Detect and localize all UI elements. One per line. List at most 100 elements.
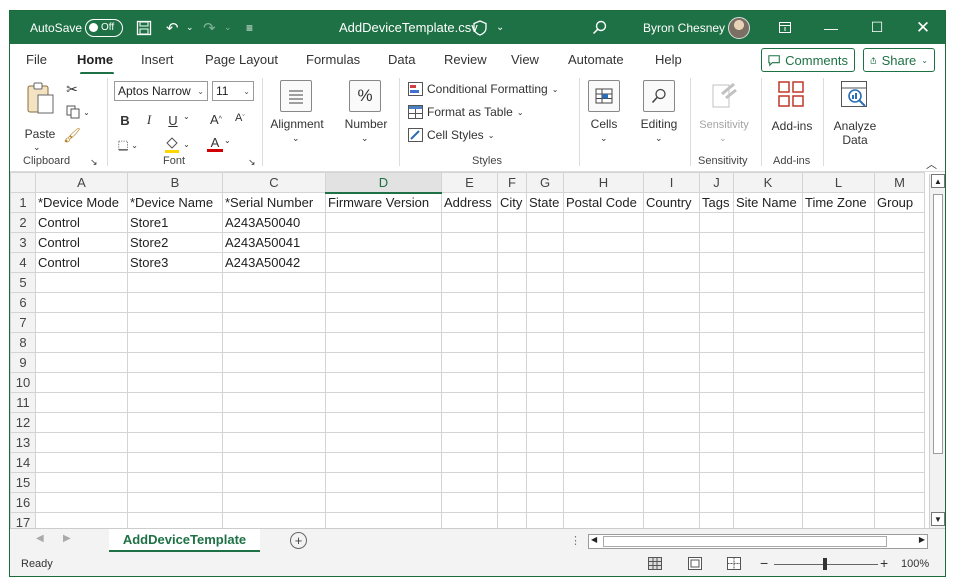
cell[interactable]: [699, 452, 734, 473]
cell[interactable]: [802, 212, 875, 233]
number-icon[interactable]: %: [349, 80, 381, 112]
increase-font-icon[interactable]: A ^: [210, 112, 222, 127]
column-header-a[interactable]: A: [35, 172, 128, 193]
row-header[interactable]: 11: [10, 392, 36, 413]
conditional-formatting-button[interactable]: Conditional Formatting ⌄: [408, 80, 558, 98]
cell[interactable]: [35, 512, 128, 528]
tab-split-handle-icon[interactable]: ⋮: [570, 534, 581, 547]
cell[interactable]: [127, 432, 223, 453]
cell[interactable]: [699, 332, 734, 353]
cell[interactable]: [526, 392, 564, 413]
cell[interactable]: [497, 212, 527, 233]
cell[interactable]: [874, 512, 925, 528]
bold-icon[interactable]: B: [118, 112, 132, 128]
vertical-scroll-thumb[interactable]: [933, 194, 943, 454]
cell[interactable]: [874, 252, 925, 273]
number-dropdown-icon[interactable]: ⌄: [361, 133, 369, 144]
undo-icon[interactable]: ↶: [166, 11, 179, 44]
row-header[interactable]: 4: [10, 252, 36, 273]
cell[interactable]: [802, 252, 875, 273]
cell[interactable]: [699, 432, 734, 453]
underline-icon[interactable]: U: [166, 112, 180, 128]
alignment-button[interactable]: Alignment: [267, 117, 327, 131]
page-break-view-icon[interactable]: [727, 557, 741, 573]
cell[interactable]: Site Name: [733, 192, 803, 213]
column-header-c[interactable]: C: [222, 172, 326, 193]
add-sheet-icon[interactable]: +: [290, 532, 307, 549]
cell[interactable]: [325, 272, 442, 293]
column-header-d[interactable]: D: [325, 172, 442, 194]
editing-button[interactable]: Editing: [634, 117, 684, 131]
cell[interactable]: Address: [441, 192, 498, 213]
cell[interactable]: [441, 412, 498, 433]
cell[interactable]: [874, 432, 925, 453]
cell[interactable]: [127, 412, 223, 433]
cells-dropdown-icon[interactable]: ⌄: [600, 133, 608, 144]
cell[interactable]: [802, 392, 875, 413]
cell[interactable]: [526, 492, 564, 513]
cell[interactable]: [35, 392, 128, 413]
cell[interactable]: [127, 332, 223, 353]
cell[interactable]: [526, 412, 564, 433]
cell[interactable]: [497, 372, 527, 393]
cell[interactable]: [643, 432, 700, 453]
cell[interactable]: [222, 392, 326, 413]
redo-dropdown-icon[interactable]: ⌄: [224, 11, 232, 44]
cell[interactable]: [643, 412, 700, 433]
cell[interactable]: [802, 512, 875, 528]
cell[interactable]: [497, 252, 527, 273]
cell[interactable]: [699, 412, 734, 433]
comments-button[interactable]: Comments: [761, 48, 855, 72]
cell[interactable]: [643, 252, 700, 273]
cell[interactable]: [643, 292, 700, 313]
cell[interactable]: Control: [35, 252, 128, 273]
cell[interactable]: [222, 472, 326, 493]
tab-view[interactable]: View: [511, 52, 539, 67]
cell[interactable]: [441, 212, 498, 233]
cell[interactable]: [802, 452, 875, 473]
cell[interactable]: [222, 372, 326, 393]
cell[interactable]: [222, 292, 326, 313]
editing-dropdown-icon[interactable]: ⌄: [655, 133, 663, 144]
cell[interactable]: [526, 292, 564, 313]
cell[interactable]: [35, 472, 128, 493]
cell[interactable]: [441, 492, 498, 513]
tab-page-layout[interactable]: Page Layout: [205, 52, 278, 67]
cell[interactable]: [563, 452, 644, 473]
column-header-j[interactable]: J: [699, 172, 734, 193]
cell[interactable]: [699, 352, 734, 373]
cell[interactable]: [643, 272, 700, 293]
underline-dropdown-icon[interactable]: ⌄: [183, 112, 190, 121]
cell[interactable]: Firmware Version: [325, 192, 442, 213]
cell[interactable]: [35, 492, 128, 513]
cell[interactable]: [643, 492, 700, 513]
cell[interactable]: [325, 512, 442, 528]
column-header-h[interactable]: H: [563, 172, 644, 193]
cell[interactable]: [643, 472, 700, 493]
cell[interactable]: [874, 312, 925, 333]
cell[interactable]: [699, 292, 734, 313]
cell[interactable]: [35, 332, 128, 353]
cell[interactable]: [733, 512, 803, 528]
row-header[interactable]: 14: [10, 452, 36, 473]
tab-review[interactable]: Review: [444, 52, 487, 67]
cell[interactable]: [526, 232, 564, 253]
cell[interactable]: [441, 272, 498, 293]
next-sheet-icon[interactable]: ▶: [63, 533, 71, 544]
cell[interactable]: [563, 512, 644, 528]
paste-icon[interactable]: [23, 80, 57, 116]
cell[interactable]: [643, 232, 700, 253]
cell[interactable]: [222, 312, 326, 333]
scroll-up-icon[interactable]: ▲: [931, 174, 945, 188]
fill-color-icon[interactable]: ⌄: [162, 134, 192, 154]
cell[interactable]: [563, 392, 644, 413]
cell[interactable]: [222, 432, 326, 453]
cell[interactable]: [699, 492, 734, 513]
tab-formulas[interactable]: Formulas: [306, 52, 360, 67]
cell[interactable]: [802, 232, 875, 253]
worksheet-grid[interactable]: ABCDEFGHIJKLM 1 *Device Mode *Device Name *…: [10, 172, 927, 528]
row-header[interactable]: 17: [10, 512, 36, 528]
cell[interactable]: [441, 312, 498, 333]
cell[interactable]: [563, 212, 644, 233]
column-header-f[interactable]: F: [497, 172, 527, 193]
